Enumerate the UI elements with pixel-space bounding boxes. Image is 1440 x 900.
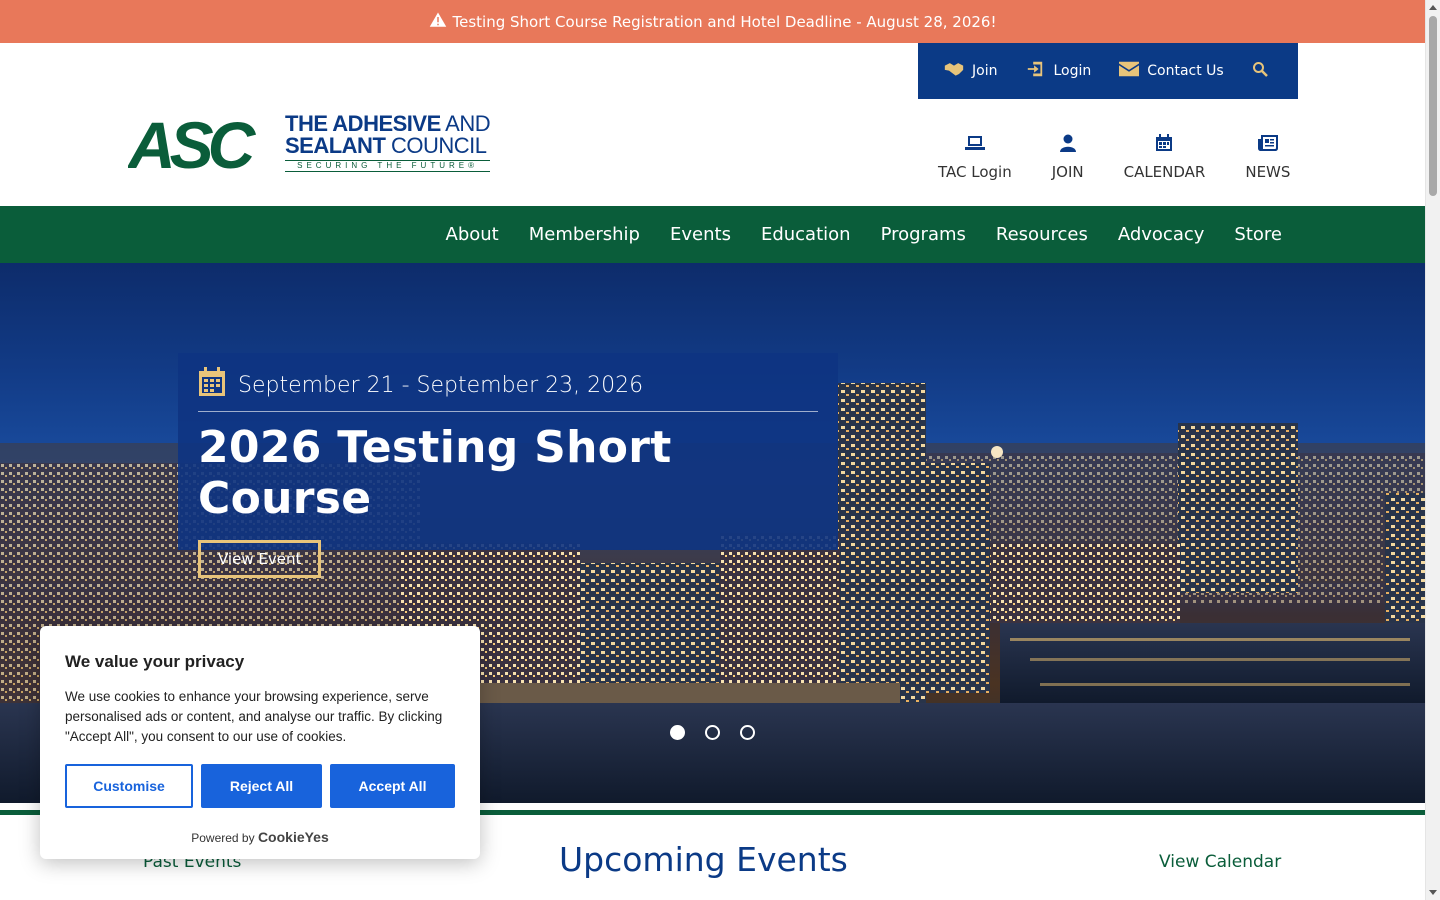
hero-event-date: September 21 - September 23, 2026 (198, 367, 818, 412)
search-icon (1252, 61, 1268, 81)
nav-events[interactable]: Events (670, 224, 731, 245)
envelope-icon (1119, 60, 1140, 82)
handshake-icon (944, 60, 964, 82)
search-button[interactable] (1252, 61, 1268, 81)
scroll-down-arrow[interactable] (1429, 890, 1437, 895)
cookieyes-logo: CookieYes (257, 829, 329, 845)
main-nav: About Membership Events Education Progra… (0, 206, 1425, 263)
cookie-accept-button[interactable]: Accept All (330, 764, 455, 808)
calendar-icon (1154, 134, 1174, 156)
view-event-button[interactable]: View Event (198, 540, 322, 578)
util-join-link[interactable]: Join (944, 60, 997, 82)
cookie-title: We value your privacy (65, 652, 245, 671)
site-logo[interactable]: ASC THE ADHESIVE AND SEALANT COUNCIL SEC… (128, 110, 491, 172)
calendar-icon (198, 367, 226, 403)
carousel-dot-3[interactable] (740, 725, 755, 740)
cookie-powered-by[interactable]: Powered by CookieYes (40, 829, 480, 845)
nav-advocacy[interactable]: Advocacy (1118, 224, 1205, 245)
nav-education[interactable]: Education (761, 224, 851, 245)
user-icon (1058, 134, 1078, 156)
asc-logo-mark: ASC (128, 112, 263, 172)
utility-bar: Join Login Contact Us (918, 43, 1298, 99)
nav-resources[interactable]: Resources (996, 224, 1088, 245)
hero-event-title: 2026 Testing Short Course (198, 422, 672, 524)
laptop-icon (964, 134, 985, 156)
view-calendar-link[interactable]: View Calendar (1159, 852, 1281, 872)
util-login-link[interactable]: Login (1025, 60, 1091, 82)
carousel-dot-1[interactable] (670, 725, 685, 740)
svg-text:ASC: ASC (128, 112, 257, 172)
logo-wordmark: THE ADHESIVE AND SEALANT COUNCIL SECURIN… (285, 110, 491, 172)
login-icon (1025, 60, 1045, 82)
nav-store[interactable]: Store (1234, 224, 1282, 245)
cookie-buttons: Customise Reject All Accept All (65, 764, 455, 808)
cookie-customise-button[interactable]: Customise (65, 764, 193, 808)
nav-about[interactable]: About (446, 224, 499, 245)
cookie-reject-button[interactable]: Reject All (201, 764, 322, 808)
newspaper-icon (1257, 134, 1278, 156)
page-scrollbar[interactable] (1425, 0, 1440, 900)
carousel-dots (670, 725, 755, 740)
carousel-dot-2[interactable] (705, 725, 720, 740)
alert-text[interactable]: Testing Short Course Registration and Ho… (453, 13, 997, 31)
quick-link-join[interactable]: JOIN (1052, 134, 1084, 181)
quick-link-tac-login[interactable]: TAC Login (938, 134, 1012, 181)
nav-programs[interactable]: Programs (881, 224, 966, 245)
scroll-up-arrow[interactable] (1429, 5, 1437, 10)
warning-icon (429, 11, 447, 33)
upcoming-events-heading: Upcoming Events (559, 840, 848, 879)
quick-link-calendar[interactable]: CALENDAR (1124, 134, 1205, 181)
alert-bar[interactable]: Testing Short Course Registration and Ho… (0, 0, 1425, 43)
cookie-consent-banner: We value your privacy We use cookies to … (40, 626, 480, 859)
quick-links: TAC Login JOIN CALENDAR NEWS (938, 134, 1290, 181)
util-contact-link[interactable]: Contact Us (1119, 60, 1224, 82)
nav-membership[interactable]: Membership (529, 224, 640, 245)
cookie-description: We use cookies to enhance your browsing … (65, 689, 443, 744)
scroll-thumb[interactable] (1429, 16, 1437, 196)
logo-tagline: SECURING THE FUTURE® (285, 159, 491, 172)
hero-event-card: September 21 - September 23, 2026 2026 T… (178, 353, 838, 578)
quick-link-news[interactable]: NEWS (1245, 134, 1290, 181)
